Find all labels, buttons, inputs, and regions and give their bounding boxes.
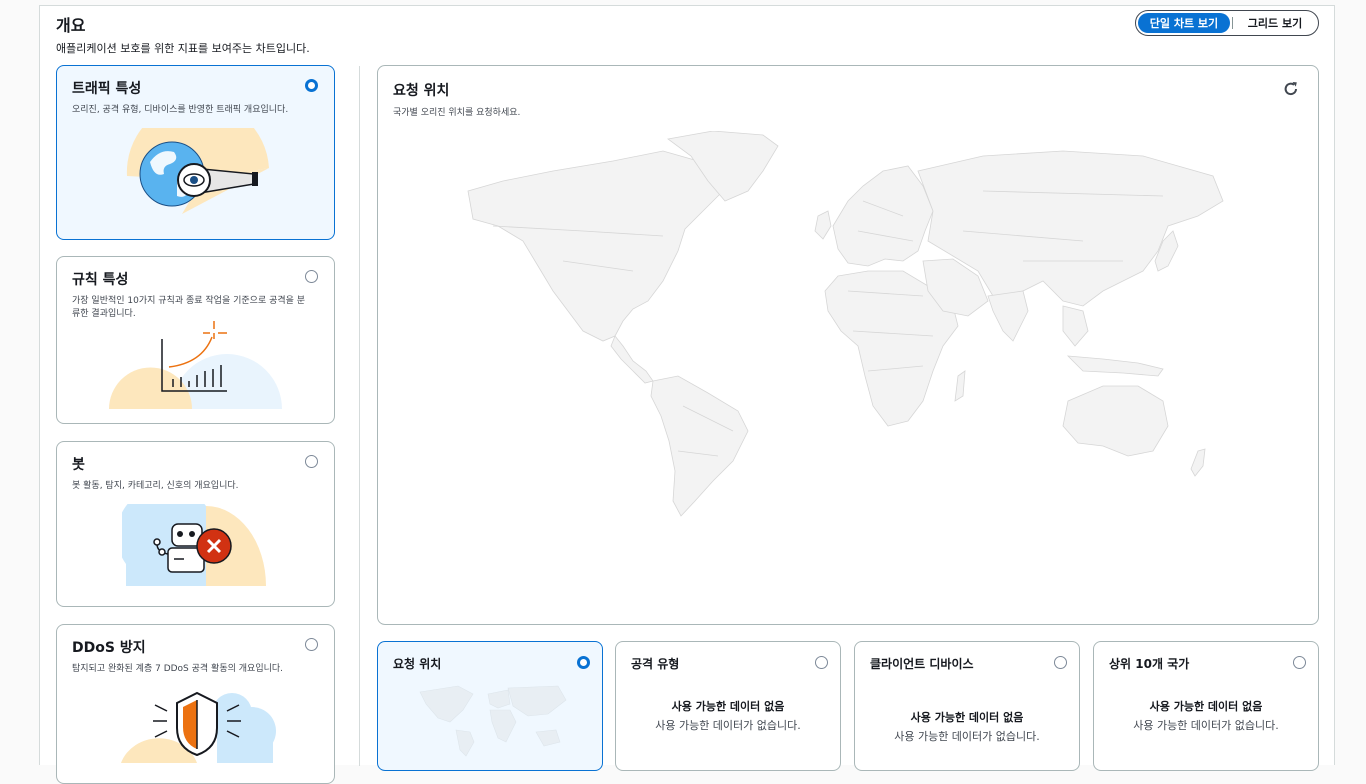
no-data-title: 사용 가능한 데이터 없음 [1149, 700, 1263, 713]
no-data-description: 사용 가능한 데이터가 없습니다. [1133, 719, 1279, 732]
mini-chart-title: 요청 위치 [393, 657, 442, 671]
category-card-bot[interactable]: 봇 봇 활동, 탐지, 카테고리, 신호의 개요입니다. [56, 441, 335, 607]
overview-container: 개요 애플리케이션 보호를 위한 지표를 보여주는 차트입니다. 단일 차트 보… [39, 5, 1335, 784]
refresh-icon[interactable] [1282, 80, 1300, 98]
map-australia [1062, 385, 1169, 457]
request-location-panel: 요청 위치 국가별 오리진 위치를 요청하세요. [377, 65, 1319, 625]
no-data-description: 사용 가능한 데이터가 없습니다. [894, 730, 1040, 743]
toggle-separator [1232, 17, 1233, 29]
map-south-america [650, 375, 749, 517]
card-radio[interactable] [305, 79, 318, 92]
chart-title: 요청 위치 [393, 83, 450, 99]
card-description: 봇 활동, 탐지, 카테고리, 신호의 개요입니다. [72, 481, 239, 491]
telescope-globe-icon [126, 128, 269, 214]
shield-icon [121, 691, 276, 763]
mini-chart-title: 상위 10개 국가 [1109, 657, 1190, 671]
card-description: 가장 일반적인 10가지 규칙과 종료 작업을 기준으로 공격을 분류한 결과입… [72, 296, 306, 319]
card-radio[interactable] [305, 270, 318, 283]
mini-chart-title: 클라이언트 디바이스 [870, 657, 974, 671]
map-india [987, 290, 1029, 342]
mini-chart-radio[interactable] [577, 656, 590, 669]
map-madagascar [954, 370, 966, 402]
bot-blocked-icon [122, 504, 266, 586]
category-card-ddos[interactable]: DDoS 방지 탐지되고 완화된 계층 7 DDoS 공격 활동의 개요입니다. [56, 624, 335, 784]
card-radio[interactable] [305, 455, 318, 468]
mini-chart-title: 공격 유형 [631, 657, 680, 671]
map-central-america [610, 335, 654, 384]
view-toggle: 단일 차트 보기 그리드 보기 [1135, 10, 1319, 36]
single-chart-view-button[interactable]: 단일 차트 보기 [1138, 13, 1230, 33]
card-description: 탐지되고 완화된 계층 7 DDoS 공격 활동의 개요입니다. [72, 664, 284, 674]
chart-rules-icon [109, 321, 282, 409]
no-data-title: 사용 가능한 데이터 없음 [671, 700, 785, 713]
card-radio[interactable] [305, 638, 318, 651]
grid-view-button[interactable]: 그리드 보기 [1235, 13, 1315, 33]
map-new-zealand [1190, 448, 1206, 477]
card-title: 봇 [72, 457, 85, 473]
map-southeast-asia [1062, 305, 1089, 347]
chart-description: 국가별 오리진 위치를 요청하세요. [393, 108, 521, 118]
map-north-america [467, 150, 724, 342]
page-description: 애플리케이션 보호를 위한 지표를 보여주는 차트입니다. [56, 42, 310, 55]
world-map[interactable] [463, 131, 1243, 521]
column-divider [359, 66, 360, 766]
card-description: 오리진, 공격 유형, 디바이스를 반영한 트래픽 개요입니다. [72, 105, 289, 115]
mini-world-map [419, 685, 567, 757]
category-card-rules[interactable]: 규칙 특성 가장 일반적인 10가지 규칙과 종료 작업을 기준으로 공격을 분… [56, 256, 335, 424]
card-title: 트래픽 특성 [72, 81, 142, 97]
map-uk [814, 210, 832, 240]
map-europe [832, 165, 934, 267]
mini-chart-radio[interactable] [1054, 656, 1067, 669]
category-card-traffic[interactable]: 트래픽 특성 오리진, 공격 유형, 디바이스를 반영한 트래픽 개요입니다. [56, 65, 335, 240]
no-data-description: 사용 가능한 데이터가 없습니다. [655, 719, 801, 732]
map-indonesia [1066, 355, 1164, 377]
mini-chart-radio[interactable] [1293, 656, 1306, 669]
card-title: 규칙 특성 [72, 272, 129, 288]
no-data-title: 사용 가능한 데이터 없음 [910, 711, 1024, 724]
mini-chart-radio[interactable] [815, 656, 828, 669]
card-title: DDoS 방지 [72, 640, 146, 656]
page-title: 개요 [56, 16, 86, 35]
